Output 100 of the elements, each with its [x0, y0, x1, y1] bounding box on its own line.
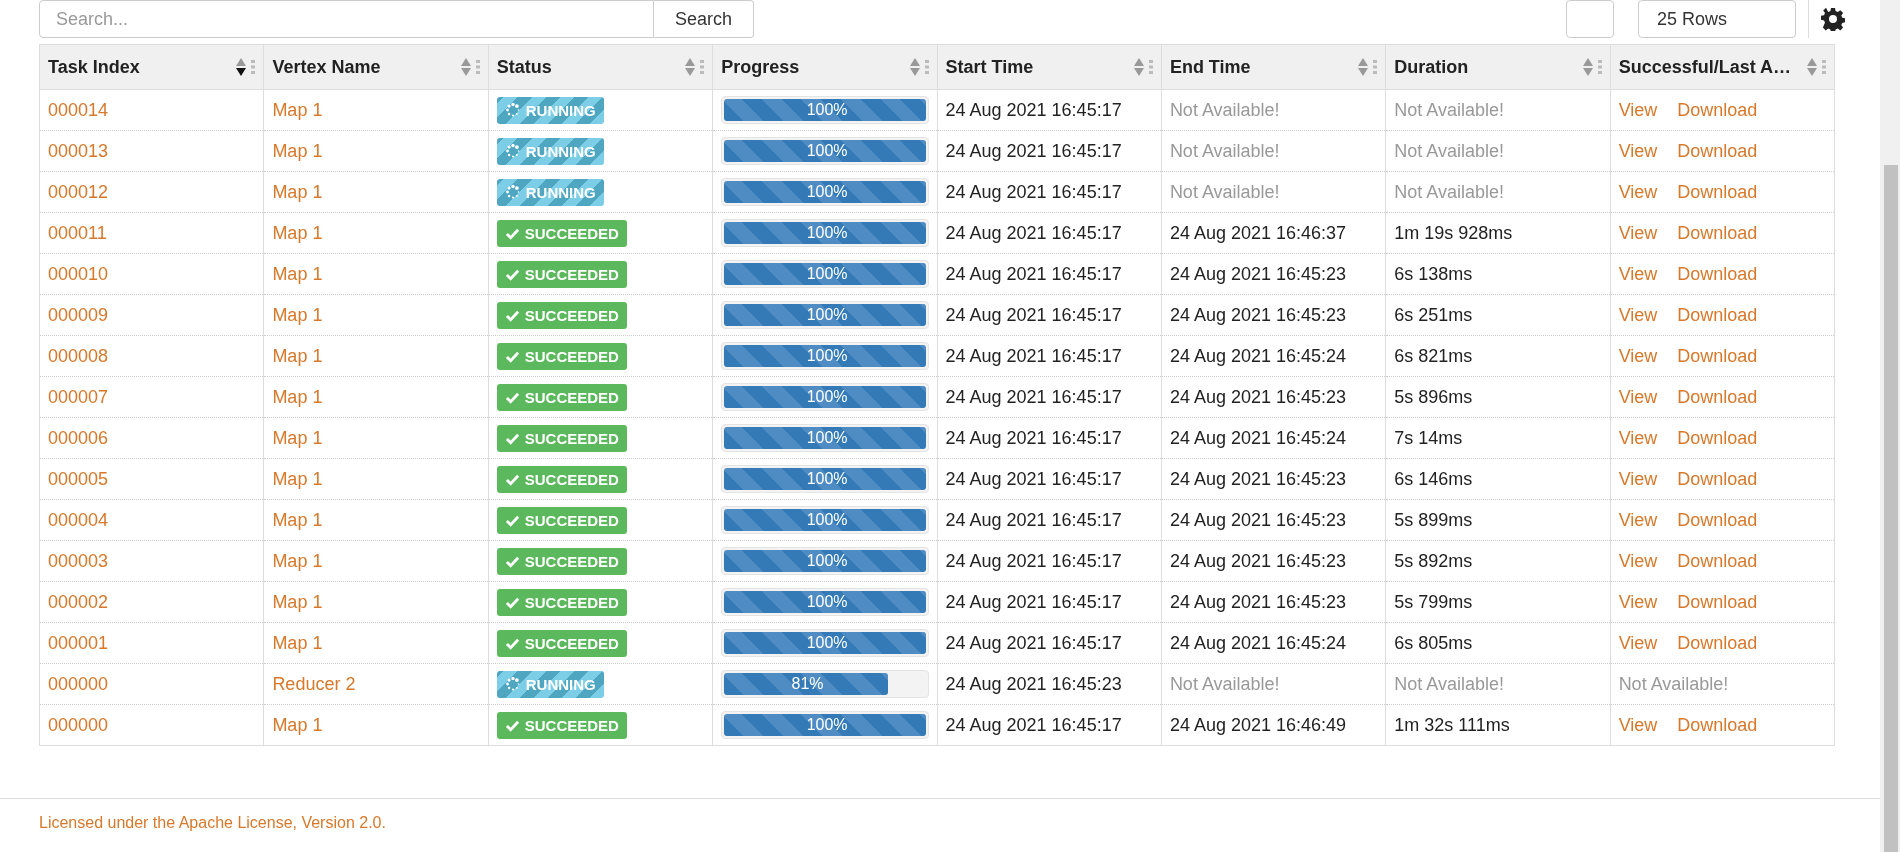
task-index-link[interactable]: 000008 — [48, 345, 109, 366]
log-link[interactable]: View — [1618, 632, 1658, 653]
log-link[interactable]: View — [1618, 304, 1658, 325]
log-link[interactable]: View — [1618, 550, 1658, 571]
end-time: 24 Aug 2021 16:45:23 — [1169, 591, 1347, 612]
status-badge: SUCCEEDED — [496, 383, 627, 411]
log-link[interactable]: Download — [1677, 386, 1758, 407]
settings-icon[interactable] — [1821, 7, 1845, 31]
log-link[interactable]: View — [1618, 468, 1658, 489]
vertex-link[interactable]: Map 1 — [272, 99, 323, 120]
task-index-link[interactable]: 000007 — [48, 386, 109, 407]
log-link[interactable]: Download — [1677, 99, 1758, 120]
task-index-link[interactable]: 000009 — [48, 304, 109, 325]
status-badge: SUCCEEDED — [496, 711, 627, 739]
resize-handle-icon[interactable] — [475, 59, 480, 75]
duration: 6s 146ms — [1394, 468, 1473, 489]
vertex-link[interactable]: Map 1 — [272, 550, 323, 571]
vertex-link[interactable]: Map 1 — [272, 304, 323, 325]
task-index-link[interactable]: 000002 — [48, 591, 109, 612]
task-index-link[interactable]: 000011 — [48, 222, 107, 243]
resize-handle-icon[interactable] — [700, 59, 705, 75]
log-link[interactable]: View — [1618, 714, 1658, 735]
log-status: Not Available! — [1618, 673, 1729, 694]
task-index-link[interactable]: 000014 — [48, 99, 109, 120]
vertex-link[interactable]: Map 1 — [272, 468, 323, 489]
duration: 6s 138ms — [1394, 263, 1473, 284]
task-index-link[interactable]: 000006 — [48, 427, 109, 448]
log-link[interactable]: View — [1618, 509, 1658, 530]
task-index-link[interactable]: 000012 — [48, 181, 109, 202]
task-index-link[interactable]: 000010 — [48, 263, 109, 284]
task-index-link[interactable]: 000001 — [48, 632, 109, 653]
vertex-link[interactable]: Map 1 — [272, 591, 323, 612]
progress-label: 100% — [805, 141, 849, 161]
start-time: 24 Aug 2021 16:45:17 — [945, 304, 1122, 325]
log-link[interactable]: Download — [1677, 714, 1758, 735]
status-badge: SUCCEEDED — [496, 506, 627, 534]
vertex-link[interactable]: Map 1 — [272, 386, 323, 407]
start-time: 24 Aug 2021 16:45:17 — [945, 550, 1122, 571]
vertex-link[interactable]: Map 1 — [272, 181, 323, 202]
task-index-link[interactable]: 000013 — [48, 140, 109, 161]
log-link[interactable]: View — [1618, 99, 1658, 120]
task-index-link[interactable]: 000000 — [48, 714, 109, 735]
log-link[interactable]: Download — [1677, 140, 1758, 161]
start-time: 24 Aug 2021 16:45:17 — [945, 714, 1122, 735]
vertex-link[interactable]: Map 1 — [272, 632, 323, 653]
log-link[interactable]: View — [1618, 222, 1658, 243]
log-link[interactable]: Download — [1677, 222, 1758, 243]
log-link[interactable]: Download — [1677, 263, 1758, 284]
sort-icon[interactable] — [235, 56, 248, 78]
log-link[interactable]: Download — [1677, 632, 1758, 653]
resize-handle-icon[interactable] — [1148, 59, 1153, 75]
task-index-link[interactable]: 000003 — [48, 550, 109, 571]
task-index-link[interactable]: 000004 — [48, 509, 109, 530]
search-field[interactable]: Search... — [39, 0, 654, 38]
log-link[interactable]: Download — [1677, 181, 1758, 202]
log-link[interactable]: View — [1618, 427, 1658, 448]
log-link[interactable]: Download — [1677, 591, 1758, 612]
log-link[interactable]: View — [1618, 140, 1658, 161]
task-index-link[interactable]: 000005 — [48, 468, 109, 489]
scrollbar[interactable] — [1880, 0, 1900, 852]
progress-label: 100% — [805, 592, 849, 612]
status-badge: SUCCEEDED — [496, 260, 627, 288]
log-link[interactable]: Download — [1677, 550, 1758, 571]
end-time: 24 Aug 2021 16:45:23 — [1169, 263, 1347, 284]
toolbar-button[interactable] — [1566, 0, 1614, 38]
log-link[interactable]: View — [1618, 591, 1658, 612]
resize-handle-icon[interactable] — [924, 59, 929, 75]
log-link[interactable]: View — [1618, 263, 1658, 284]
resize-handle-icon[interactable] — [1373, 59, 1378, 75]
status-badge: RUNNING — [496, 137, 604, 165]
vertex-link[interactable]: Map 1 — [272, 263, 323, 284]
vertex-link[interactable]: Map 1 — [272, 222, 323, 243]
vertex-link[interactable]: Map 1 — [272, 427, 323, 448]
log-link[interactable]: Download — [1677, 509, 1758, 530]
log-link[interactable]: View — [1618, 386, 1658, 407]
log-link[interactable]: Download — [1677, 345, 1758, 366]
task-index-link[interactable]: 000000 — [48, 673, 109, 694]
resize-handle-icon[interactable] — [251, 59, 256, 75]
end-time: Not Available! — [1169, 673, 1280, 694]
vertex-link[interactable]: Map 1 — [272, 509, 323, 530]
rows-select[interactable]: 25 Rows — [1638, 0, 1796, 38]
resize-handle-icon[interactable] — [1597, 59, 1602, 75]
vertex-link[interactable]: Reducer 2 — [272, 673, 356, 694]
progress-label: 100% — [805, 387, 849, 407]
search-button[interactable]: Search — [654, 0, 754, 38]
log-link[interactable]: View — [1618, 181, 1658, 202]
start-time: 24 Aug 2021 16:45:17 — [945, 181, 1122, 202]
progress-label: 100% — [805, 100, 849, 120]
log-link[interactable]: View — [1618, 345, 1658, 366]
log-link[interactable]: Download — [1677, 304, 1758, 325]
resize-handle-icon[interactable] — [1822, 59, 1826, 75]
progress-label: 100% — [805, 346, 849, 366]
duration: Not Available! — [1394, 140, 1504, 161]
log-link[interactable]: Download — [1677, 468, 1758, 489]
scrollbar-thumb[interactable] — [1884, 165, 1898, 852]
log-link[interactable]: Download — [1677, 427, 1758, 448]
vertex-link[interactable]: Map 1 — [272, 345, 323, 366]
vertex-link[interactable]: Map 1 — [272, 714, 323, 735]
vertex-link[interactable]: Map 1 — [272, 140, 323, 161]
end-time: 24 Aug 2021 16:46:37 — [1169, 222, 1347, 243]
